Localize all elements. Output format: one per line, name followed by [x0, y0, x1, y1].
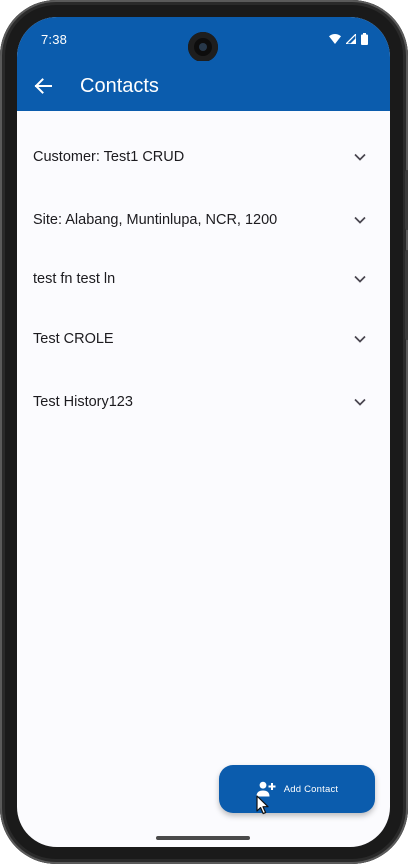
app-bar: Contacts: [17, 61, 390, 111]
screen: 7:38 Contacts Customer: Test1 CRUD Site:…: [17, 17, 390, 847]
contact-tile-customer[interactable]: Customer: Test1 CRUD: [17, 125, 390, 188]
wifi-icon: [329, 34, 341, 44]
contact-tile-test-fn[interactable]: test fn test ln: [17, 251, 390, 307]
chevron-down-icon: [348, 327, 372, 351]
front-camera: [188, 32, 218, 62]
battery-icon: [361, 33, 368, 45]
mouse-cursor-icon: [256, 795, 269, 815]
contact-tile-test-history[interactable]: Test History123: [17, 370, 390, 433]
status-time: 7:38: [41, 32, 68, 47]
contact-tile-label: test fn test ln: [33, 271, 116, 287]
back-button[interactable]: [27, 70, 59, 102]
status-bar: 7:38: [17, 17, 390, 62]
signal-icon: [346, 34, 356, 44]
chevron-down-icon: [348, 390, 372, 414]
chevron-down-icon: [348, 145, 372, 169]
contact-list: Customer: Test1 CRUD Site: Alabang, Munt…: [17, 125, 390, 433]
page-title: Contacts: [80, 75, 159, 97]
contact-tile-label: Test CROLE: [33, 330, 114, 347]
status-icons: [329, 33, 368, 45]
phone-frame: 7:38 Contacts Customer: Test1 CRUD Site:…: [0, 0, 408, 864]
add-contact-button[interactable]: Add Contact: [219, 765, 375, 813]
arrow-left-icon: [34, 78, 52, 94]
add-contact-label: Add Contact: [283, 783, 339, 795]
chevron-down-icon: [348, 208, 372, 232]
contact-tile-label: Test History123: [33, 393, 133, 410]
contact-tile-site[interactable]: Site: Alabang, Muntinlupa, NCR, 1200: [17, 188, 390, 251]
home-indicator[interactable]: [156, 836, 250, 840]
contact-tile-label: Customer: Test1 CRUD: [33, 148, 185, 165]
chevron-down-icon: [348, 267, 372, 291]
contact-tile-test-crole[interactable]: Test CROLE: [17, 307, 390, 370]
contact-tile-label: Site: Alabang, Muntinlupa, NCR, 1200: [33, 211, 278, 228]
